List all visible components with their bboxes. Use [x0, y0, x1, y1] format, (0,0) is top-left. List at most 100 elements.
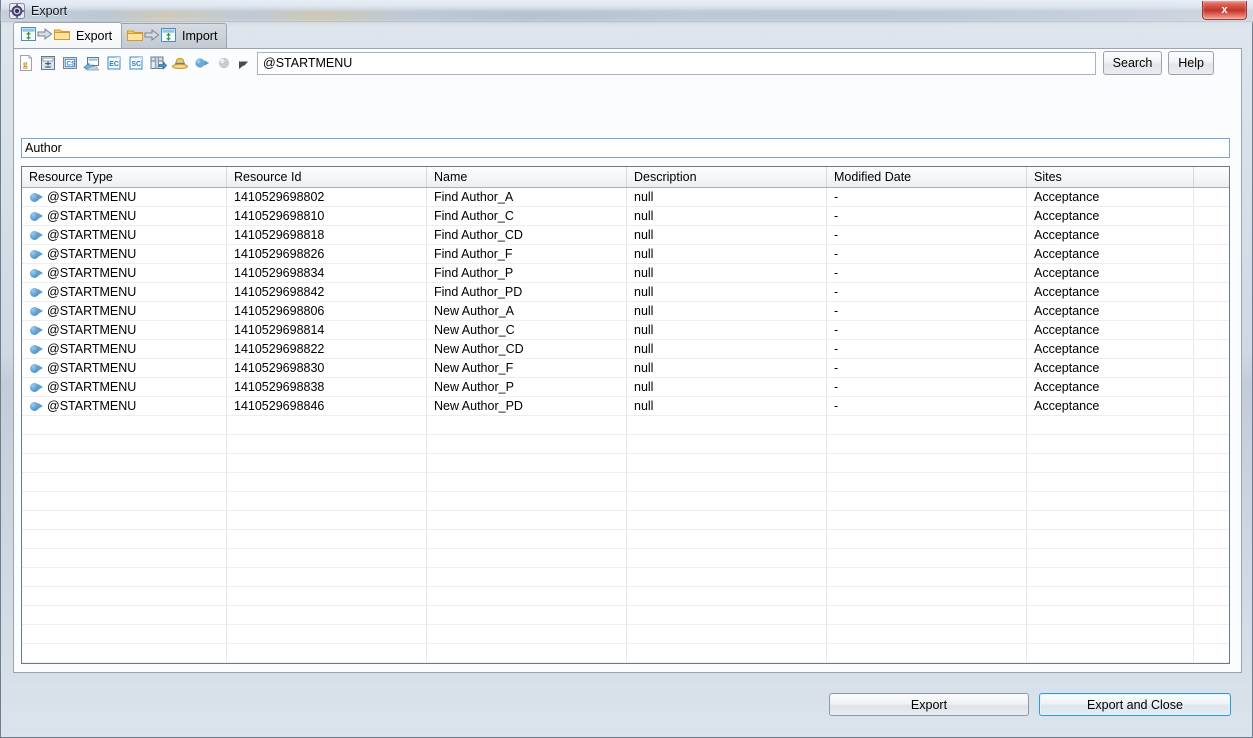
table-cell — [427, 587, 627, 605]
chevron-down-icon[interactable] — [237, 54, 251, 72]
table-cell — [1027, 530, 1194, 548]
table-cell — [827, 549, 1027, 567]
help-button[interactable]: Help — [1168, 51, 1214, 75]
table-cell — [827, 644, 1027, 662]
table-cell — [427, 454, 627, 472]
table-cell — [1027, 644, 1194, 662]
table-cell: - — [827, 188, 1027, 206]
table-cell: Acceptance — [1027, 283, 1194, 301]
document-g-icon[interactable]: g — [17, 54, 35, 72]
table-cell — [1194, 549, 1229, 567]
cs-document-icon[interactable]: CS — [61, 54, 79, 72]
table-cell — [427, 435, 627, 453]
author-filter-input[interactable] — [21, 138, 1230, 158]
table-cell — [427, 625, 627, 643]
search-input[interactable] — [257, 51, 1096, 75]
table-cell: New Author_P — [427, 378, 627, 396]
table-cell: @STARTMENU — [22, 226, 227, 244]
table-column-header[interactable]: Sites — [1027, 167, 1194, 187]
table-cell — [1194, 587, 1229, 605]
table-cell: 1410529698818 — [227, 226, 427, 244]
table-cell — [827, 568, 1027, 586]
tab-export-label: Export — [76, 28, 113, 43]
table-cell — [427, 473, 627, 491]
table-row[interactable]: @STARTMENU 1410529698818 Find Author_CD nul… — [22, 226, 1229, 245]
table-column-header-label: Name — [434, 170, 468, 184]
ball-arrow-icon — [30, 363, 43, 374]
table-row[interactable]: @STARTMENU 1410529698830 New Author_F null -… — [22, 359, 1229, 378]
hat-icon[interactable] — [171, 54, 189, 72]
table-empty-row — [22, 454, 1229, 473]
gear-circle-icon — [9, 3, 25, 19]
table-row[interactable]: @STARTMENU 1410529698806 New Author_A null -… — [22, 302, 1229, 321]
table-empty-row — [22, 416, 1229, 435]
tab-bar: Export Import — [1, 22, 1253, 48]
close-button[interactable]: x — [1202, 1, 1247, 20]
tab-import[interactable]: Import — [119, 23, 228, 48]
table-row[interactable]: @STARTMENU 1410529698810 Find Author_C null… — [22, 207, 1229, 226]
table-cell: 1410529698822 — [227, 340, 427, 358]
table-column-header[interactable]: Description — [627, 167, 827, 187]
table-cell: New Author_C — [427, 321, 627, 339]
table-cell-text: @STARTMENU — [47, 361, 137, 375]
window-titlebar[interactable]: Export x — [1, 0, 1253, 22]
table-row[interactable]: @STARTMENU 1410529698838 New Author_P null -… — [22, 378, 1229, 397]
table-empty-row — [22, 435, 1229, 454]
table-cell — [1194, 397, 1229, 415]
table-empty-row — [22, 606, 1229, 625]
table-cell: Acceptance — [1027, 321, 1194, 339]
table-row[interactable]: @STARTMENU 1410529698834 Find Author_P null… — [22, 264, 1229, 283]
table-cell: 1410529698838 — [227, 378, 427, 396]
table-cell — [827, 473, 1027, 491]
ball-arrow-icon — [30, 211, 43, 222]
table-row[interactable]: @STARTMENU 1410529698846 New Author_PD null… — [22, 397, 1229, 416]
table-row[interactable]: @STARTMENU 1410529698822 New Author_CD null… — [22, 340, 1229, 359]
table-cell: - — [827, 397, 1027, 415]
table-cell: 1410529698834 — [227, 264, 427, 282]
table-cell — [627, 587, 827, 605]
grey-ball-icon[interactable] — [215, 54, 233, 72]
table-cell: @STARTMENU — [22, 302, 227, 320]
tab-import-label: Import — [182, 29, 218, 43]
ball-arrow-icon — [30, 306, 43, 317]
table-row[interactable]: @STARTMENU 1410529698826 Find Author_F null… — [22, 245, 1229, 264]
package-export-icon[interactable] — [149, 54, 168, 72]
ball-arrow-icon — [30, 249, 43, 260]
arrow-right-icon — [144, 28, 160, 45]
tab-export[interactable]: Export — [13, 22, 123, 48]
table-column-header[interactable] — [1194, 167, 1229, 187]
search-button[interactable]: Search — [1102, 51, 1163, 75]
table-cell-text: @STARTMENU — [47, 228, 137, 242]
table-cell: 1410529698842 — [227, 283, 427, 301]
table-cell — [827, 606, 1027, 624]
table-cell: New Author_PD — [427, 397, 627, 415]
table-row[interactable]: @STARTMENU 1410529698814 New Author_C null -… — [22, 321, 1229, 340]
table-cell — [827, 416, 1027, 434]
screen-share-icon[interactable] — [83, 54, 101, 72]
table-cell — [22, 568, 227, 586]
export-and-close-button[interactable]: Export and Close — [1039, 693, 1231, 716]
table-row[interactable]: @STARTMENU 1410529698842 Find Author_PD nul… — [22, 283, 1229, 302]
table-cell: Acceptance — [1027, 226, 1194, 244]
table-cell-text: @STARTMENU — [47, 342, 137, 356]
table-header-row: Resource Type Resource Id Name Description M… — [22, 167, 1229, 188]
table-cell-text: @STARTMENU — [47, 247, 137, 261]
calculator-icon[interactable] — [39, 54, 57, 72]
export-button[interactable]: Export — [829, 693, 1029, 716]
table-row[interactable]: @STARTMENU 1410529698802 Find Author_A null… — [22, 188, 1229, 207]
grid-green-plus-icon — [21, 27, 36, 44]
table-column-header[interactable]: Modified Date — [827, 167, 1027, 187]
table-column-header-label: Resource Type — [29, 170, 113, 184]
sc-document-icon[interactable]: SC — [127, 54, 145, 72]
ball-arrow-icon — [30, 325, 43, 336]
table-cell — [227, 454, 427, 472]
table-column-header[interactable]: Resource Id — [227, 167, 427, 187]
table-cell — [1194, 207, 1229, 225]
ec-document-icon[interactable]: EC — [105, 54, 123, 72]
table-column-header[interactable]: Name — [427, 167, 627, 187]
table-cell — [427, 606, 627, 624]
window-title: Export — [31, 4, 68, 18]
table-column-header[interactable]: Resource Type — [22, 167, 227, 187]
ball-arrow-icon[interactable] — [193, 54, 211, 72]
table-cell — [1194, 321, 1229, 339]
